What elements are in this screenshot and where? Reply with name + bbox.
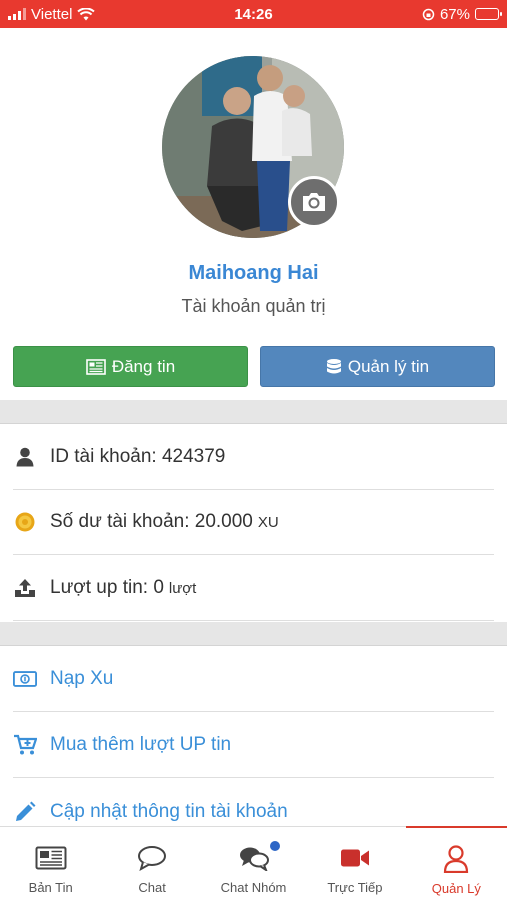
avatar-container — [162, 56, 344, 238]
carrier-name: Viettel — [31, 5, 73, 23]
update-info-label: Cập nhật thông tin tài khoản — [50, 800, 288, 822]
upload-count-unit: lượt — [168, 579, 197, 597]
status-bar: Viettel 14:26 67% — [0, 0, 507, 28]
bottom-navigation: Bản Tin Chat Chat Nhóm Trực Tiếp Quản Lý — [0, 826, 507, 900]
manage-news-label: Quản lý tin — [347, 356, 430, 376]
balance-unit: XU — [257, 513, 279, 531]
topup-label: Nạp Xu — [50, 668, 114, 689]
upload-count-row: Lượt up tin: 0 lượt — [13, 556, 494, 621]
nav-chat-label: Chat — [138, 880, 166, 895]
manage-news-button[interactable]: Quản lý tin — [260, 346, 495, 387]
account-balance-row: Số dư tài khoản: 20.000 XU — [13, 490, 494, 555]
database-icon — [326, 358, 341, 373]
battery-percent: 67% — [439, 5, 470, 23]
nav-news-label: Bản Tin — [28, 880, 73, 895]
profile-header: Maihoang Hai Tài khoản quản trị Đăng tin… — [0, 28, 507, 398]
account-id-text: ID tài khoản: 424379 — [50, 446, 226, 467]
post-news-label: Đăng tin — [111, 356, 176, 376]
balance-text: Số dư tài khoản: 20.000 — [50, 511, 253, 532]
nav-live-label: Trực Tiếp — [327, 880, 383, 895]
pencil-icon — [13, 800, 37, 824]
chat-group-icon — [238, 844, 270, 872]
nav-chat[interactable]: Chat — [101, 827, 202, 900]
signal-icon — [8, 8, 26, 20]
upload-icon — [13, 576, 37, 600]
wifi-icon — [77, 7, 96, 20]
newspaper-icon — [86, 358, 106, 375]
orientation-lock-icon — [422, 8, 435, 20]
nav-live[interactable]: Trực Tiếp — [304, 827, 405, 900]
newspaper-icon — [35, 844, 67, 872]
buy-up-label: Mua thêm lượt UP tin — [50, 734, 232, 755]
notification-dot — [270, 841, 281, 851]
user-role: Tài khoản quản trị — [181, 296, 326, 316]
buy-up-link[interactable]: Mua thêm lượt UP tin — [13, 713, 494, 778]
coin-icon — [13, 510, 37, 534]
camera-icon — [303, 193, 325, 211]
nav-news[interactable]: Bản Tin — [0, 827, 101, 900]
nav-group-chat[interactable]: Chat Nhóm — [203, 827, 304, 900]
chat-bubble-icon — [137, 844, 167, 872]
user-icon — [13, 445, 37, 469]
nav-manage-label: Quản Lý — [431, 881, 481, 896]
section-divider — [0, 400, 507, 424]
account-id-row: ID tài khoản: 424379 — [13, 425, 494, 490]
cart-plus-icon — [13, 733, 37, 757]
change-avatar-button[interactable] — [288, 176, 340, 228]
user-name: Maihoang Hai — [188, 262, 319, 284]
battery-icon — [475, 8, 502, 20]
section-divider — [0, 622, 507, 646]
user-outline-icon — [443, 845, 469, 873]
topup-link[interactable]: Nạp Xu — [13, 647, 494, 712]
nav-manage[interactable]: Quản Lý — [405, 826, 507, 900]
upload-count-text: Lượt up tin: 0 — [50, 577, 164, 598]
post-news-button[interactable]: Đăng tin — [13, 346, 248, 387]
money-icon — [13, 667, 37, 691]
nav-group-chat-label: Chat Nhóm — [220, 880, 287, 895]
video-camera-icon — [340, 844, 370, 872]
